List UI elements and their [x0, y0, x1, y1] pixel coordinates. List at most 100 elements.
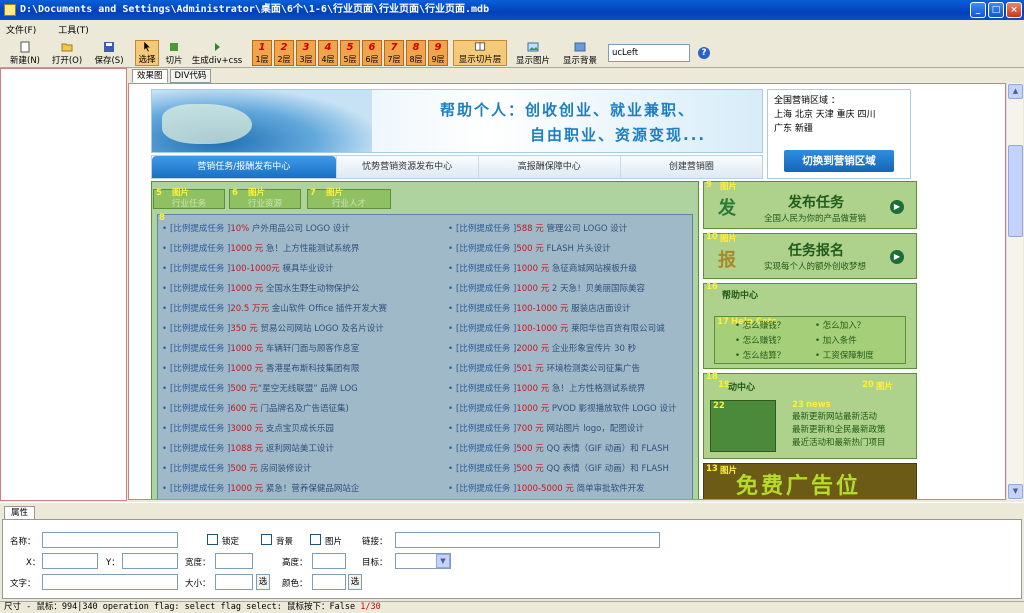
- list-item[interactable]: • [比例提成任务 ]1000 元 紧急！营养保健品网站企: [162, 479, 432, 499]
- list-item[interactable]: • [比例提成任务 ]588 元 管理公司 LOGO 设计: [448, 219, 718, 239]
- close-button[interactable]: ×: [1006, 2, 1022, 18]
- class-name-input[interactable]: ucLeft: [608, 44, 690, 62]
- list-item[interactable]: • [比例提成任务 ]2000 元 企业形象宣传片 30 秒: [448, 339, 718, 359]
- show-background-button[interactable]: 显示背景: [558, 40, 602, 66]
- list-item[interactable]: • [比例提成任务 ]500 元 FLASH 片头设计: [448, 239, 718, 259]
- tab-properties[interactable]: 属性: [4, 506, 36, 520]
- list-item[interactable]: • [比例提成任务 ]1000 元 2 天急！贝美丽国际美容: [448, 279, 718, 299]
- menu-file[interactable]: 文件(F): [6, 23, 36, 36]
- list-item[interactable]: • [比例提成任务 ]100-1000 元 莱阳华信百货有限公司诚: [448, 319, 718, 339]
- list-item[interactable]: • [比例提成任务 ]1000 元 急！上方性能测试系统界: [162, 239, 432, 259]
- save-button[interactable]: 保存(S): [90, 40, 128, 66]
- background-checkbox[interactable]: [261, 534, 272, 545]
- list-item[interactable]: • [比例提成任务 ]1000 元 车辆轩门面与顾客作息室: [162, 339, 432, 359]
- y-field[interactable]: [122, 553, 178, 569]
- design-canvas[interactable]: 帮助个人：创收创业、就业兼职、 自由职业、资源变现... 全国营销区域 ： 上海…: [128, 83, 1006, 500]
- list-item[interactable]: • [比例提成任务 ]20.5 万元 金山软件 Office 插件开发大赛: [162, 299, 432, 319]
- list-item[interactable]: • [比例提成任务 ]1088 元 返利网站美工设计: [162, 439, 432, 459]
- task-list-pane[interactable]: 8 • [比例提成任务 ]10% 户外用品公司 LOGO 设计 • [比例提成任务 ]…: [157, 213, 693, 499]
- minimize-button[interactable]: _: [970, 2, 986, 18]
- slice-tool-button[interactable]: 切片: [162, 40, 186, 66]
- task-signup-box[interactable]: 10 图片 报 任务报名 实现每个人的额外创收梦想 ▶: [703, 232, 917, 279]
- size-choose-button[interactable]: 选: [256, 574, 270, 590]
- new-button[interactable]: 新建(N): [6, 40, 44, 66]
- list-item[interactable]: • [比例提成任务 ]501 元 环境检测类公司征集广告: [448, 359, 718, 379]
- list-item[interactable]: • [比例提成任务 ]1000 元 急！上方性格测试系统界: [448, 379, 718, 399]
- list-item[interactable]: • [比例提成任务 ]600 元 门品牌名及广告语征集): [162, 399, 432, 419]
- list-item[interactable]: • [比例提成任务 ]1000-5000 元 简单审批软件开发: [448, 479, 718, 499]
- nav-item-tasks[interactable]: 营销任务/报酬发布中心: [152, 156, 336, 178]
- color-choose-button[interactable]: 选: [348, 574, 362, 590]
- list-item[interactable]: • [比例提成任务 ]1000 元 急征商城网站模板升级: [448, 259, 718, 279]
- list-item[interactable]: • [比例提成任务 ]350 元 贸易公司网站 LOGO 及名片设计: [162, 319, 432, 339]
- list-item[interactable]: • [比例提成任务 ]500 元 房间装修设计: [162, 459, 432, 479]
- subtab-industry-tasks[interactable]: 5 图片 行业任务: [153, 188, 225, 209]
- nav-item-create-circle[interactable]: 创建营销圈: [619, 156, 762, 178]
- chevron-down-icon[interactable]: ▼: [436, 554, 450, 568]
- select-tool-button[interactable]: 选择: [135, 40, 159, 66]
- open-button[interactable]: 打开(O): [48, 40, 86, 66]
- list-item[interactable]: • [比例提成任务 ]10% 户外用品公司 LOGO 设计: [162, 219, 432, 239]
- right-column: 9 图片 发 发布任务 全国人民为你的产品做营销 ▶ 10 图片 报 任务报名 …: [703, 180, 917, 499]
- layer-3-button[interactable]: 3 3层: [296, 40, 316, 66]
- help-icon[interactable]: ?: [698, 47, 710, 59]
- image-checkbox[interactable]: [310, 534, 321, 545]
- layer-2-button[interactable]: 2 2层: [274, 40, 294, 66]
- nav-item-resources[interactable]: 忧势营销资源发布中心: [335, 156, 478, 178]
- layer-5-button[interactable]: 5 5层: [340, 40, 360, 66]
- layer-6-button[interactable]: 6 6层: [362, 40, 382, 66]
- nav-item-guarantee[interactable]: 高报酬保障中心: [477, 156, 620, 178]
- size-field[interactable]: [215, 574, 253, 590]
- target-select[interactable]: ▼: [395, 553, 451, 569]
- height-field[interactable]: [312, 553, 346, 569]
- show-slice-layer-button[interactable]: 显示切片层: [453, 40, 507, 66]
- list-item[interactable]: • [比例提成任务 ]100-1000元 模具毕业设计: [162, 259, 432, 279]
- task-title: 香港星布斯科技集团有限: [263, 364, 360, 374]
- list-item[interactable]: • [比例提成任务 ]3000 元 支点宝贝成长乐园: [162, 419, 432, 439]
- signup-go-icon[interactable]: ▶: [890, 250, 904, 264]
- list-item[interactable]: • [比例提成任务 ]1000 元 香港星布斯科技集团有限: [162, 359, 432, 379]
- scroll-down-icon[interactable]: ▼: [1008, 484, 1023, 499]
- layer-1-button[interactable]: 1 1层: [252, 40, 272, 66]
- bullet-icon: •: [162, 404, 168, 414]
- menu-tools[interactable]: 工具(T): [58, 23, 89, 36]
- list-item[interactable]: • [比例提成任务 ]500 元 QQ 表情（GIF 动画）和 FLASH: [448, 439, 718, 459]
- maximize-button[interactable]: □: [988, 2, 1004, 18]
- subtab-industry-talent[interactable]: 7 图片 行业人才: [307, 188, 391, 209]
- name-field[interactable]: [42, 532, 178, 548]
- canvas-vertical-scrollbar[interactable]: ▲ ▼: [1006, 83, 1023, 500]
- switch-region-button[interactable]: 切换到营销区域: [784, 150, 894, 172]
- slice-icon: [170, 43, 178, 51]
- left-tree-panel[interactable]: [0, 68, 127, 501]
- width-field[interactable]: [215, 553, 253, 569]
- list-item[interactable]: • [比例提成任务 ]100-1000 元 服装店店面设计: [448, 299, 718, 319]
- text-field[interactable]: [42, 574, 178, 590]
- color-field[interactable]: [312, 574, 346, 590]
- list-item[interactable]: • [比例提成任务 ]700 元 网站图片 logo，配图设计: [448, 419, 718, 439]
- task-price: 1000 元: [516, 264, 550, 274]
- layer-4-button[interactable]: 4 4层: [318, 40, 338, 66]
- lock-checkbox[interactable]: [207, 534, 218, 545]
- list-item[interactable]: • [比例提成任务 ]1000 元 PVOD 影视播放软件 LOGO 设计: [448, 399, 718, 419]
- show-image-button[interactable]: 显示图片: [513, 40, 553, 66]
- free-ad-slot[interactable]: 13 图片 免费广告位: [703, 463, 917, 499]
- list-item[interactable]: • [比例提成任务 ]500 元 QQ 表情（GIF 动画）和 FLASH: [448, 459, 718, 479]
- link-field[interactable]: [395, 532, 660, 548]
- tab-preview[interactable]: 效果图: [132, 69, 168, 83]
- x-field[interactable]: [42, 553, 98, 569]
- layer-9-button[interactable]: 9 9层: [428, 40, 448, 66]
- scroll-thumb[interactable]: [1008, 145, 1023, 237]
- generate-div-css-button[interactable]: 生成div+css: [189, 40, 245, 66]
- publish-go-icon[interactable]: ▶: [890, 200, 904, 214]
- layer-8-button[interactable]: 8 8层: [406, 40, 426, 66]
- list-item[interactable]: • [比例提成任务 ]500 元“星空无线联盟” 品牌 LOG: [162, 379, 432, 399]
- list-item[interactable]: • [比例提成任务 ]1000 元 全国水生野生动物保护公: [162, 279, 432, 299]
- task-price: 500 元: [516, 464, 544, 474]
- subtab-industry-resources[interactable]: 6 图片 行业资源: [229, 188, 301, 209]
- task-title: 莱阳华信百货有限公司诚: [568, 324, 665, 334]
- scroll-up-icon[interactable]: ▲: [1008, 84, 1023, 99]
- publish-task-box[interactable]: 9 图片 发 发布任务 全国人民为你的产品做营销 ▶: [703, 180, 917, 229]
- layer-7-button[interactable]: 7 7层: [384, 40, 404, 66]
- tab-div-code[interactable]: DIV代码: [169, 69, 212, 83]
- view-tabs: 效果图 DIV代码: [132, 69, 212, 83]
